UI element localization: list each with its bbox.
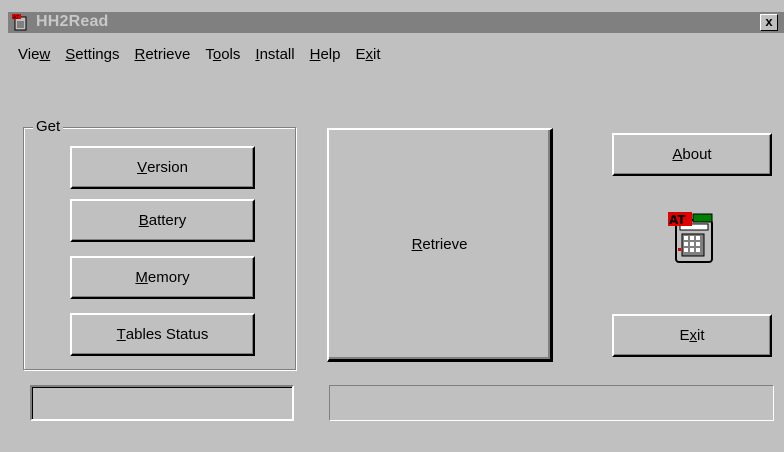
title-bar[interactable]: AT HH2Read x bbox=[8, 12, 784, 33]
menu-settings[interactable]: Settings bbox=[65, 45, 119, 67]
version-button[interactable]: Version bbox=[70, 146, 255, 189]
about-button[interactable]: About bbox=[612, 133, 772, 176]
retrieve-button[interactable]: Retrieve bbox=[327, 128, 553, 362]
status-field-left bbox=[30, 385, 294, 421]
menu-exit[interactable]: Exit bbox=[355, 45, 380, 67]
svg-text:AT: AT bbox=[669, 213, 686, 227]
menu-bar: View Settings Retrieve Tools Install Hel… bbox=[18, 45, 395, 67]
tables-status-button[interactable]: Tables Status bbox=[70, 313, 255, 356]
battery-button[interactable]: Battery bbox=[70, 199, 255, 242]
status-field-right bbox=[329, 385, 774, 421]
handheld-calculator-icon: AT bbox=[12, 14, 27, 31]
menu-help[interactable]: Help bbox=[310, 45, 341, 67]
get-group-label: Get bbox=[33, 118, 64, 136]
exit-button[interactable]: Ex it bbox=[612, 314, 772, 357]
window-title: HH2Read bbox=[36, 13, 109, 30]
close-button[interactable]: x bbox=[760, 14, 778, 31]
svg-text:AT: AT bbox=[13, 15, 20, 21]
menu-retrieve[interactable]: Retrieve bbox=[134, 45, 190, 67]
main-window: AT HH2Read x View Settings Retrieve Tool… bbox=[0, 0, 784, 452]
menu-tools[interactable]: Tools bbox=[205, 45, 240, 67]
handheld-device-icon: AT bbox=[668, 212, 713, 263]
menu-view[interactable]: View bbox=[18, 45, 50, 67]
memory-button[interactable]: Memory bbox=[70, 256, 255, 299]
menu-install[interactable]: Install bbox=[255, 45, 294, 67]
